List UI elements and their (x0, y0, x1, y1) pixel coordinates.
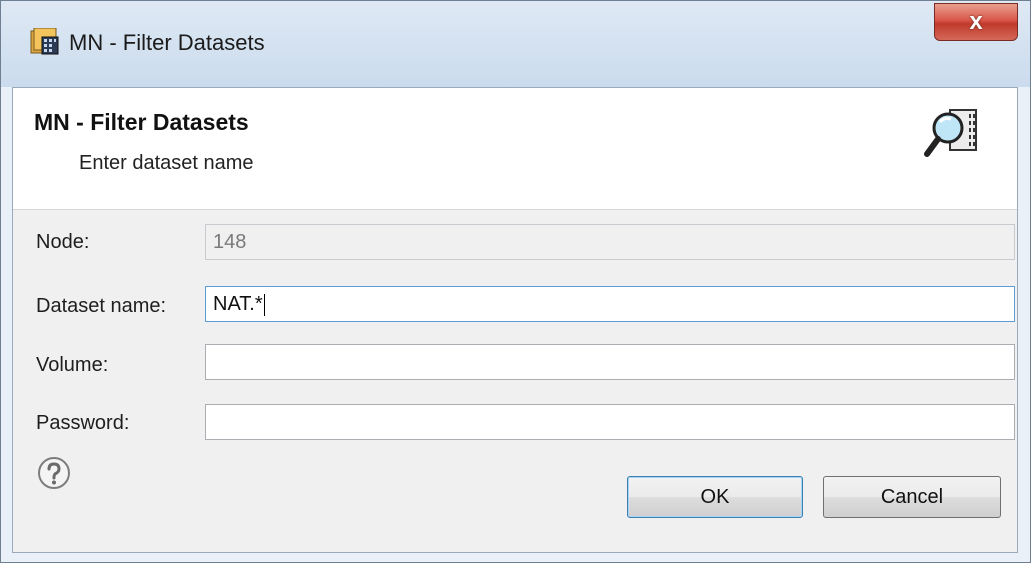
filter-datasets-dialog: MN - Filter Datasets x MN - Filter Datas… (0, 0, 1031, 563)
window-title: MN - Filter Datasets (69, 30, 265, 55)
volume-field[interactable] (205, 344, 1015, 380)
text-caret (263, 293, 265, 316)
cancel-button[interactable]: Cancel (823, 476, 1001, 518)
dataset-name-label: Dataset name: (36, 295, 167, 317)
password-label: Password: (36, 412, 130, 434)
volume-label: Volume: (36, 354, 109, 376)
dialog-header: MN - Filter Datasets Enter dataset name (13, 88, 1017, 210)
dataset-name-value: NAT.* (213, 293, 263, 315)
ok-button[interactable]: OK (627, 476, 803, 518)
dataset-search-icon (924, 109, 977, 157)
node-value: 148 (213, 231, 247, 253)
dataset-name-field[interactable]: NAT.* (205, 286, 1015, 322)
password-field[interactable] (205, 404, 1015, 440)
header-title: MN - Filter Datasets (34, 109, 249, 135)
node-label: Node: (36, 231, 90, 253)
app-icon (30, 28, 59, 55)
dialog-body: MN - Filter Datasets Enter dataset name … (12, 87, 1018, 553)
help-icon[interactable] (37, 456, 71, 490)
close-button[interactable]: x (934, 3, 1018, 41)
title-bar[interactable]: MN - Filter Datasets x (1, 1, 1030, 87)
node-field: 148 (205, 224, 1015, 260)
header-subtitle: Enter dataset name (79, 152, 254, 174)
close-icon: x (969, 8, 983, 35)
